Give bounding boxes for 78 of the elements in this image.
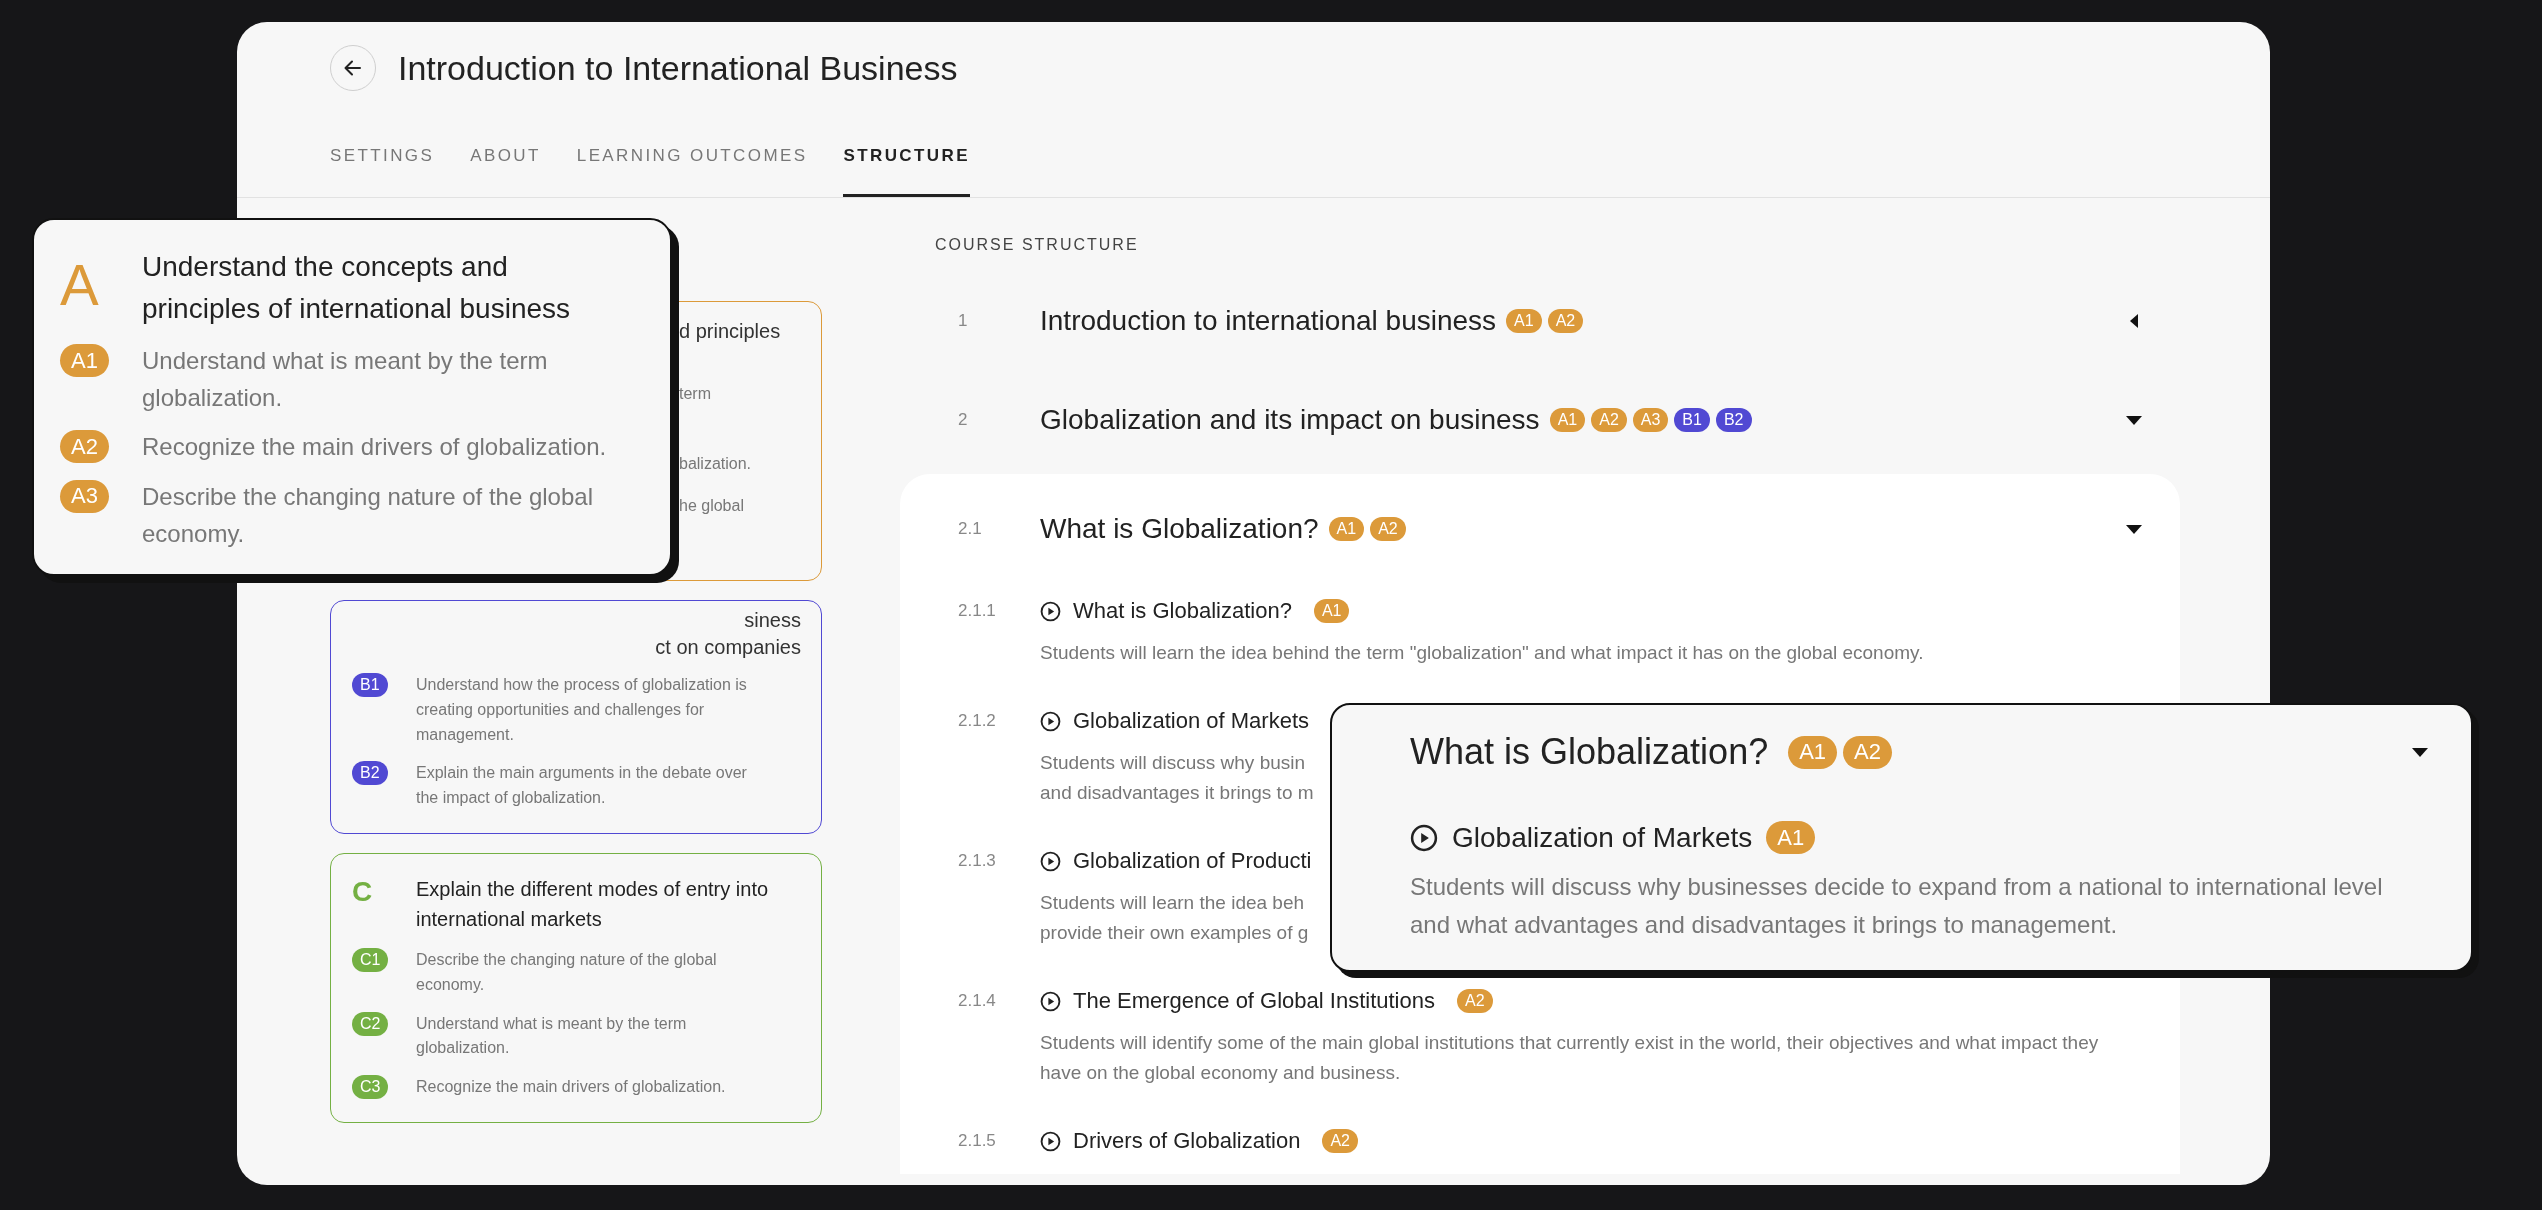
outcome-badge: B1: [1674, 408, 1710, 432]
tab[interactable]: SETTINGS: [330, 132, 435, 197]
outcome-text: Understand what is meant by the term globalization.: [142, 346, 549, 414]
outcome-text: Recognize the main drivers of globalization.: [142, 432, 608, 463]
outcome-badge: A3: [1632, 408, 1669, 432]
lesson-description: Students will identify some of the main global institutions that currently exist in the world, their objectives and what impact they have on the global economy and business.: [1040, 1031, 2100, 1086]
outcome-badge: B2: [1715, 408, 1752, 432]
section-number: 2: [958, 410, 968, 430]
outcome-letter: A: [60, 256, 99, 314]
play-icon: [1040, 990, 1061, 1012]
outcome-text: Describe the changing nature of the global economy.: [416, 950, 718, 995]
outcome-badge: A2: [1322, 1129, 1358, 1154]
lesson-title[interactable]: The Emergence of Global Institutions: [1073, 988, 1435, 1014]
outcome-badge: B2: [352, 761, 388, 786]
outcome-text: Understand how the process of globalization is creating opportunities and challenges for management.: [416, 675, 748, 745]
lesson-description: and disadvantages it brings to m: [1040, 781, 1314, 805]
outcome-text: Recognize the main drivers of globalization.: [416, 1077, 727, 1098]
tab[interactable]: LEARNING OUTCOMES: [576, 132, 808, 197]
outcome-badge: A2: [1456, 989, 1493, 1013]
lesson-title[interactable]: Drivers of Globalization: [1073, 1128, 1301, 1155]
outcome-badge: A2: [1843, 735, 1892, 769]
outcome-badge: A1: [60, 344, 109, 377]
outcome-badge: A3: [60, 479, 109, 513]
lesson-title[interactable]: Globalization of Markets: [1073, 708, 1309, 734]
page-title: Introduction to International Business: [398, 48, 958, 88]
outcome-badge: A2: [1591, 408, 1627, 432]
module-title[interactable]: What is Globalization?: [1040, 513, 1319, 545]
lesson-title[interactable]: What is Globalization?: [1073, 598, 1292, 624]
section-title[interactable]: Introduction to international business: [1040, 305, 1497, 337]
outcome-badge: A1: [1549, 408, 1586, 432]
play-icon: [1040, 600, 1061, 622]
outcome-text: Describe the changing nature of the global economy.: [142, 481, 594, 549]
outcome-title: siness: [744, 609, 801, 632]
outcome-badge: A1: [1328, 517, 1365, 541]
section-heading: COURSE STRUCTURE: [934, 236, 1139, 254]
lesson-number: 2.1.2: [958, 710, 996, 732]
lesson-description: Students will discuss why busin: [1040, 751, 1306, 775]
lesson-description: Students will discuss why businesses decide to expand from a national to international level and what advantages and disadvantages it brings to management.: [1410, 872, 2384, 940]
outcome-text: balization.: [679, 455, 752, 473]
outcome-letter: C: [352, 878, 373, 906]
lesson-title[interactable]: Globalization of Markets: [1452, 821, 1753, 854]
lesson-description: Students will learn the idea behind the term "globalization" and what impact it has on the global economy.: [1040, 641, 1925, 665]
play-icon: [1040, 850, 1061, 872]
lesson-number: 2.1.3: [958, 850, 996, 872]
play-icon: [1040, 1130, 1061, 1152]
outcome-badge: C3: [352, 1075, 389, 1100]
back-button[interactable]: [330, 45, 376, 91]
outcome-title: d principles: [679, 320, 781, 343]
play-icon: [1040, 710, 1061, 732]
outcome-text: term: [679, 385, 711, 403]
outcome-text: Explain the main arguments in the debate over the impact of globalization.: [416, 763, 748, 809]
outcome-badge: A1: [1766, 821, 1816, 854]
outcome-badge: C2: [352, 1011, 389, 1036]
lesson-number: 2.1.4: [958, 990, 996, 1012]
outcome-badge: A2: [60, 430, 109, 464]
lesson-title[interactable]: Globalization of Producti: [1073, 848, 1312, 874]
lesson-description: provide their own examples of g: [1040, 921, 1309, 945]
outcome-badge: A1: [1506, 309, 1542, 333]
section-title[interactable]: Globalization and its impact on business: [1040, 404, 1540, 436]
outcome-badge: B1: [352, 673, 388, 697]
outcome-badge: A1: [1788, 735, 1838, 769]
outcome-text: Understand what is meant by the term globalization.: [416, 1013, 688, 1059]
tab[interactable]: ABOUT: [470, 132, 541, 197]
outcome-badge: C1: [352, 948, 389, 972]
lesson-number: 2.1.1: [958, 600, 996, 622]
module-number: 2.1: [958, 519, 982, 539]
outcome-badge: A2: [1370, 517, 1406, 541]
module-title[interactable]: What is Globalization?: [1410, 731, 1769, 773]
section-number: 1: [958, 311, 968, 331]
play-icon: [1410, 823, 1438, 852]
outcome-badge: A1: [1313, 599, 1350, 623]
outcome-badge: A2: [1547, 309, 1584, 333]
lesson-description: Students will learn the idea beh: [1040, 891, 1305, 915]
lesson-number: 2.1.5: [958, 1130, 996, 1153]
outcome-title: ct on companies: [655, 636, 801, 659]
outcome-title: Explain the different modes of entry into international markets: [416, 877, 770, 932]
outcome-text: he global: [679, 497, 744, 515]
outcome-title: Understand the concepts and principles of international business: [142, 250, 572, 326]
